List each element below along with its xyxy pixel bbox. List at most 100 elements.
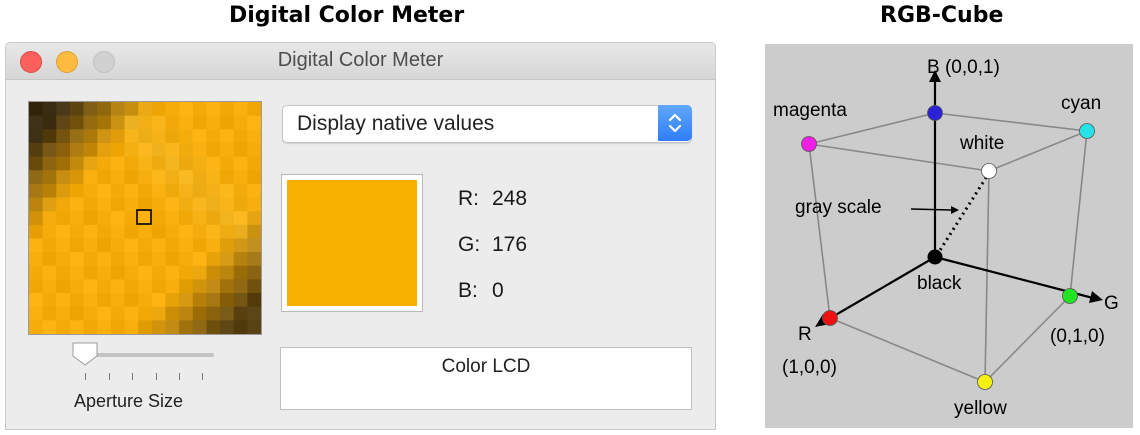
magnified-pixel: [233, 306, 248, 321]
magnified-pixel: [97, 224, 112, 239]
magnified-pixel: [179, 224, 194, 239]
magnified-pixel: [247, 224, 261, 239]
magnified-pixel: [247, 320, 261, 334]
magnified-pixel: [42, 224, 57, 239]
display-values-select[interactable]: Display native values: [282, 105, 692, 143]
magnified-pixel: [165, 293, 180, 308]
magnified-pixel: [42, 306, 57, 321]
magnified-pixel: [138, 279, 153, 294]
digital-color-meter-window: Digital Color Meter Aperture Size Displa…: [5, 42, 716, 430]
magnified-pixel: [42, 183, 57, 199]
magnified-pixel: [138, 183, 153, 199]
magnified-pixel: [29, 293, 44, 308]
magnified-pixel: [97, 170, 112, 185]
magnified-pixel: [151, 265, 166, 280]
caption-rgb-cube: RGB-Cube: [880, 3, 1004, 28]
magnified-pixel: [56, 279, 71, 294]
magnified-pixel: [233, 252, 248, 267]
magnified-pixel: [206, 279, 221, 294]
vertex-blue: [927, 105, 943, 121]
magnified-pixel: [29, 320, 44, 334]
magnified-pixel: [165, 320, 180, 334]
magnified-pixel: [29, 115, 44, 130]
cyan-label: cyan: [1061, 93, 1102, 114]
magnified-pixel: [247, 115, 261, 130]
magnified-pixel: [69, 293, 85, 308]
magnified-pixel: [69, 279, 85, 294]
magnified-pixel: [138, 170, 153, 185]
magnified-pixel: [192, 183, 207, 199]
magnified-pixel: [165, 183, 180, 199]
magnified-pixel: [83, 320, 98, 334]
magnified-pixel: [124, 238, 139, 253]
magnified-pixel: [247, 197, 261, 212]
magnified-pixel: [206, 306, 221, 321]
magnified-pixel: [247, 142, 261, 158]
magnified-pixel: [151, 197, 166, 212]
magnified-pixel: [220, 238, 235, 253]
magnified-pixel: [97, 306, 112, 321]
magnified-pixel: [110, 252, 126, 267]
blue-label: B:: [458, 279, 478, 302]
magnified-pixel: [206, 183, 221, 199]
magnified-pixel: [110, 265, 126, 280]
magnified-pixel: [220, 224, 235, 239]
magnified-pixel: [69, 129, 85, 144]
magnified-pixel: [69, 320, 85, 334]
magnified-pixel: [97, 238, 112, 253]
magnified-pixel: [179, 102, 194, 117]
magnified-pixel: [138, 265, 153, 280]
magnified-pixel: [247, 183, 261, 199]
slider-tick: [179, 373, 180, 380]
magnified-pixel: [97, 102, 112, 117]
magnified-pixel: [165, 115, 180, 130]
magnified-pixel: [151, 115, 166, 130]
magnified-pixel: [192, 102, 207, 117]
aperture-slider-knob[interactable]: [70, 341, 100, 367]
vertex-yellow: [977, 374, 993, 390]
magnified-pixel: [138, 320, 153, 334]
magnified-pixel: [179, 170, 194, 185]
magnified-pixel: [233, 320, 248, 334]
magnified-pixel: [69, 142, 85, 158]
b-axis-label: B (0,0,1): [927, 57, 1000, 78]
magnified-pixel: [233, 115, 248, 130]
magnified-pixel: [29, 102, 44, 117]
magnified-pixel: [192, 279, 207, 294]
magnified-pixel: [247, 293, 261, 308]
magnified-pixel: [233, 224, 248, 239]
magnified-pixel: [69, 170, 85, 185]
magnified-pixel: [42, 156, 57, 171]
vertex-black: [927, 249, 943, 265]
magnified-pixel: [151, 170, 166, 185]
magnified-pixel: [29, 238, 44, 253]
magnified-pixel: [165, 252, 180, 267]
magnified-pixel: [110, 170, 126, 185]
magnified-pixel: [110, 293, 126, 308]
aperture-slider-track[interactable]: [96, 353, 214, 357]
magnified-pixel: [69, 211, 85, 226]
cube-edge: [829, 317, 986, 383]
magnified-pixel: [165, 142, 180, 158]
magnified-pixel: [69, 265, 85, 280]
magnified-pixel: [83, 252, 98, 267]
magnified-pixel: [124, 224, 139, 239]
magnified-pixel: [138, 115, 153, 130]
color-swatch-frame: [281, 174, 423, 312]
magnified-pixel: [151, 156, 166, 171]
magnified-pixel: [42, 279, 57, 294]
g-axis-arrow-icon: [1089, 291, 1103, 303]
magnified-pixel: [29, 306, 44, 321]
title-bar[interactable]: Digital Color Meter: [6, 43, 715, 80]
magnified-pixel: [165, 238, 180, 253]
r-coord-label: (1,0,0): [782, 357, 837, 378]
magnified-pixel: [124, 306, 139, 321]
magnified-pixel: [110, 197, 126, 212]
magnified-pixel: [151, 102, 166, 117]
magnified-pixel: [124, 142, 139, 158]
magnified-pixel: [151, 252, 166, 267]
magnified-pixel: [206, 156, 221, 171]
select-stepper-icon[interactable]: [658, 105, 692, 141]
color-swatch: [287, 180, 417, 306]
magnified-pixel: [56, 156, 71, 171]
